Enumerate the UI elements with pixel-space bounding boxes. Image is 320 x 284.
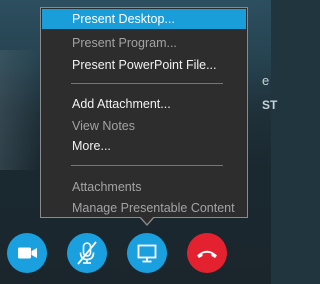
menu-item-manage-presentable-content[interactable]: Manage Presentable Content (42, 198, 246, 218)
monitor-icon (137, 244, 157, 263)
menu-item-present-program[interactable]: Present Program... (42, 33, 246, 53)
mute-button[interactable] (67, 233, 107, 273)
menu-item-attachments[interactable]: Attachments (42, 177, 246, 197)
phone-hangup-icon (197, 250, 217, 258)
hang-up-button[interactable] (187, 233, 227, 273)
menu-item-present-powerpoint[interactable]: Present PowerPoint File... (42, 55, 246, 75)
microphone-muted-icon (77, 241, 97, 265)
menu-separator (71, 165, 223, 166)
video-button[interactable] (7, 233, 47, 273)
menu-separator (71, 83, 223, 84)
background-text-fragment: e (262, 73, 270, 88)
menu-item-add-attachment[interactable]: Add Attachment... (42, 94, 246, 114)
menu-pointer (140, 216, 154, 224)
menu-item-present-desktop[interactable]: Present Desktop... (42, 9, 246, 29)
menu-item-view-notes[interactable]: View Notes (42, 116, 246, 136)
menu-item-more[interactable]: More... (42, 136, 246, 156)
present-button[interactable] (127, 233, 167, 273)
background-text-fragment-bold: ST (262, 98, 278, 112)
background-haze (0, 50, 40, 170)
video-camera-icon (18, 247, 37, 259)
present-menu: Present Desktop... Present Program... Pr… (40, 7, 248, 218)
